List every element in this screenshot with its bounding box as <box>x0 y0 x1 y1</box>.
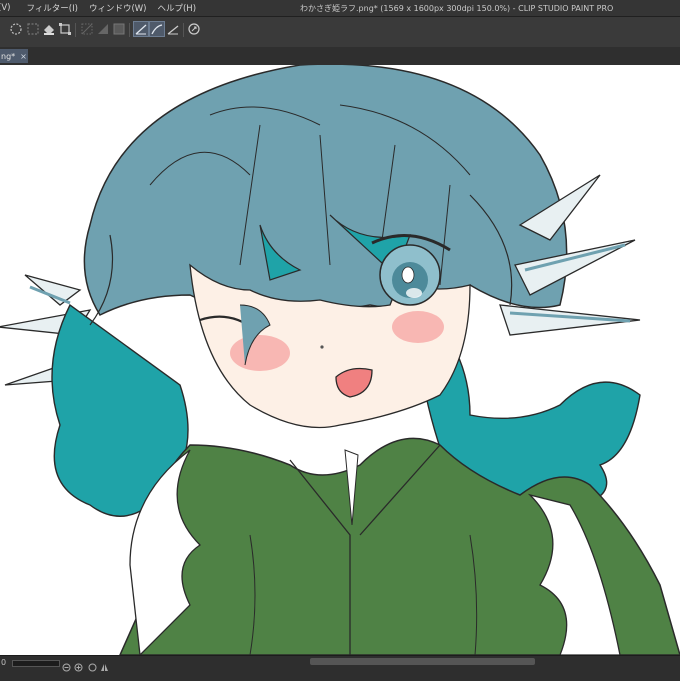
lasso-select-icon[interactable] <box>9 22 23 36</box>
close-icon[interactable]: × <box>20 52 27 61</box>
special-ruler-icon[interactable] <box>187 22 201 36</box>
curve-tool-icon[interactable] <box>149 21 165 37</box>
ruler-icon[interactable] <box>166 22 180 36</box>
snap-ruler-icon[interactable] <box>96 22 110 36</box>
hide-selection-icon[interactable] <box>80 22 94 36</box>
rotate-icon[interactable] <box>88 657 97 672</box>
select-all-icon[interactable] <box>26 22 40 36</box>
zoom-slider[interactable] <box>12 660 60 667</box>
toolbar-separator <box>183 23 184 37</box>
document-tab-label: ng* <box>1 51 16 61</box>
line-tool-icon[interactable] <box>133 21 149 37</box>
menu-view[interactable]: (V) <box>0 3 10 13</box>
zoom-in-icon[interactable] <box>74 657 83 672</box>
hair <box>51 65 641 517</box>
document-tab-bar: ng* × <box>0 47 680 65</box>
flip-icon[interactable] <box>100 657 109 671</box>
drawing-canvas[interactable] <box>0 65 680 655</box>
window-title: わかさぎ姫ラフ.png* (1569 x 1600px 300dpi 150.0… <box>300 4 614 13</box>
toolbar-separator <box>75 23 76 37</box>
zoom-value: 0 <box>1 658 7 667</box>
menu-filter[interactable]: フィルター(I) <box>26 2 77 14</box>
fill-icon[interactable] <box>42 22 56 36</box>
horizontal-scrollbar[interactable] <box>310 658 535 665</box>
snap-grid-icon[interactable] <box>112 22 126 36</box>
status-bar: 0 <box>0 655 680 681</box>
zoom-out-icon[interactable] <box>62 657 71 672</box>
menu-help[interactable]: ヘルプ(H) <box>157 2 196 14</box>
menu-window[interactable]: ウィンドウ(W) <box>89 2 147 14</box>
command-bar <box>0 17 680 48</box>
document-tab[interactable]: ng* × <box>0 49 28 63</box>
illustration <box>0 65 680 655</box>
transform-icon[interactable] <box>58 22 72 36</box>
title-bar: (V) フィルター(I) ウィンドウ(W) ヘルプ(H) わかさぎ姫ラフ.png… <box>0 0 680 17</box>
menu-bar: (V) フィルター(I) ウィンドウ(W) ヘルプ(H) <box>0 0 207 16</box>
toolbar-separator <box>129 23 130 37</box>
